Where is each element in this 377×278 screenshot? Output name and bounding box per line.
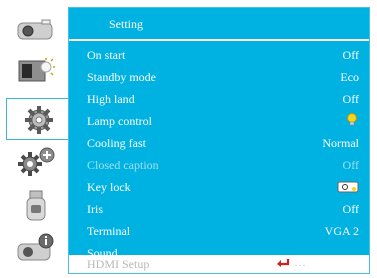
sidebar-item-image-adjust[interactable] (6, 50, 66, 90)
title-divider (69, 39, 369, 41)
osd-menu-window: Setting On start Off Standby mode Eco Hi… (2, 2, 375, 276)
info-icon (17, 233, 54, 261)
menu-item-value: Off (342, 48, 359, 62)
menu-item-key-lock[interactable]: Key lock (69, 176, 369, 198)
menu-item-label: Key lock (87, 180, 131, 194)
sidebar-item-expand[interactable] (6, 142, 66, 182)
menu-item-value: Off (342, 202, 359, 216)
sidebar-item-information[interactable] (6, 228, 66, 268)
menu-item-label: Terminal (87, 224, 131, 238)
menu-item-hdmi-setup[interactable]: HDMI Setup … (69, 255, 369, 273)
menu-item-value: Off (342, 158, 359, 172)
usb-memory-icon (26, 190, 46, 221)
display-icon (17, 19, 53, 40)
menu-item-iris[interactable]: Iris Off (69, 198, 369, 220)
menu-item-cooling-fast[interactable]: Cooling fast Normal (69, 132, 369, 154)
bulb-icon (347, 113, 357, 126)
expand-gear-plus-icon (18, 147, 55, 176)
menu-item-label: Standby mode (87, 70, 156, 84)
sidebar-item-display[interactable] (6, 8, 66, 48)
image-adjust-icon (18, 58, 55, 82)
menu-title: Setting (109, 17, 144, 31)
menu-item-on-start[interactable]: On start Off (69, 44, 369, 66)
menu-item-value: Eco (340, 70, 359, 84)
sidebar-item-memory-viewer[interactable] (6, 186, 66, 226)
menu-item-high-land[interactable]: High land Off (69, 88, 369, 110)
menu-item-label: HDMI Setup (87, 257, 150, 271)
menu-item-label: Lamp control (87, 114, 152, 128)
menu-item-lamp-control[interactable]: Lamp control (69, 110, 369, 132)
menu-item-value: Normal (322, 136, 359, 150)
menu-item-label: On start (87, 48, 126, 62)
setting-gear-icon (24, 106, 53, 134)
menu-item-closed-caption: Closed caption Off (69, 154, 369, 176)
menu-item-label: Cooling fast (87, 136, 146, 150)
setting-panel: Setting On start Off Standby mode Eco Hi… (68, 7, 370, 274)
menu-item-label: Iris (87, 202, 103, 216)
menu-item-terminal[interactable]: Terminal VGA 2 (69, 220, 369, 242)
menu-item-value: Off (342, 92, 359, 106)
category-sidebar (6, 6, 70, 268)
key-lock-icon (337, 181, 359, 193)
menu-item-label: High land (87, 92, 135, 106)
menu-item-standby-mode[interactable]: Standby mode Eco (69, 66, 369, 88)
menu-item-label: Closed caption (87, 158, 159, 172)
enter-arrow-icon (277, 259, 290, 267)
sidebar-item-setting[interactable] (6, 98, 70, 140)
menu-item-value: … (294, 255, 307, 269)
menu-item-value: VGA 2 (324, 224, 359, 238)
